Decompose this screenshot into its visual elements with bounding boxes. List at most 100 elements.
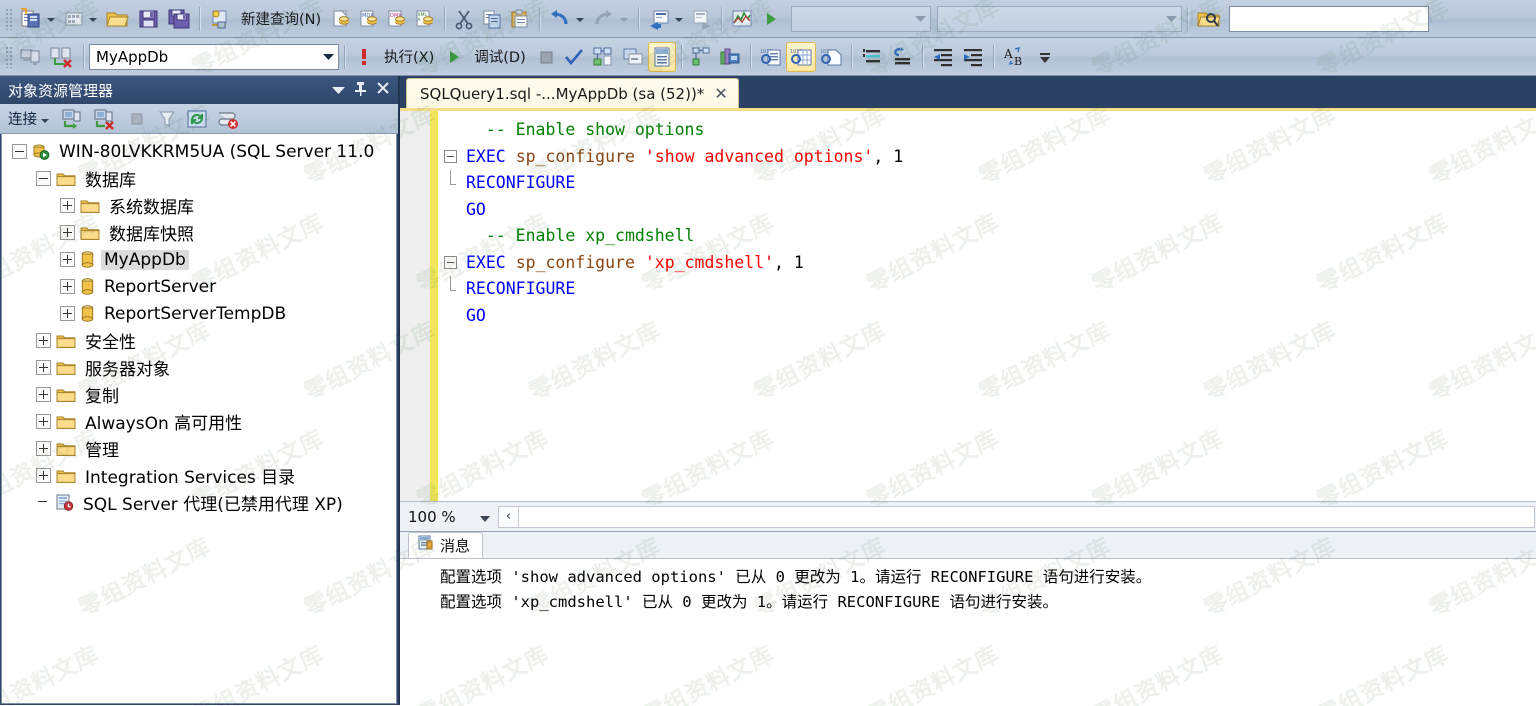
fold-toggle-icon[interactable] xyxy=(444,256,457,269)
new-dmx-query-button[interactable]: DMX xyxy=(383,4,411,34)
expand-icon[interactable] xyxy=(36,441,51,456)
code-line[interactable]: RECONFIGURE xyxy=(440,170,1536,197)
new-project-caret[interactable] xyxy=(47,18,55,22)
pin-icon[interactable] xyxy=(354,81,367,100)
tree-node[interactable]: AlwaysOn 高可用性 xyxy=(2,408,396,435)
tree-node[interactable]: 安全性 xyxy=(2,327,396,354)
execute-button[interactable] xyxy=(350,42,378,72)
execute-label[interactable]: 执行(X) xyxy=(378,42,440,72)
parse-button[interactable] xyxy=(560,42,588,72)
run-button[interactable] xyxy=(757,4,785,34)
redo-caret[interactable] xyxy=(620,18,628,22)
increase-indent-button[interactable] xyxy=(958,42,988,72)
tree-node[interactable]: 数据库 xyxy=(2,165,396,192)
code-line[interactable]: EXEC sp_configure 'xp_cmdshell', 1 xyxy=(440,250,1536,277)
open-file-button[interactable] xyxy=(102,4,134,34)
cut-button[interactable] xyxy=(450,4,478,34)
stop-button[interactable] xyxy=(532,42,560,72)
activity-monitor-button[interactable] xyxy=(727,4,757,34)
code-line[interactable]: GO xyxy=(440,197,1536,224)
copy-button[interactable] xyxy=(478,4,506,34)
results-to-file-button[interactable]: 1010 xyxy=(816,42,846,72)
tab-messages[interactable]: 消息 xyxy=(408,532,483,558)
scroll-left-button[interactable]: ‹ xyxy=(499,507,519,527)
expand-icon[interactable] xyxy=(36,387,51,402)
expand-icon[interactable] xyxy=(36,333,51,348)
oe-stop-button[interactable] xyxy=(123,104,151,134)
results-to-text-alt-button[interactable]: 1010 xyxy=(756,42,786,72)
navigate-backward-caret[interactable] xyxy=(675,18,683,22)
tab-sqlquery1[interactable]: SQLQuery1.sql -...MyAppDb (sa (52))* ✕ xyxy=(406,78,739,108)
horizontal-scrollbar[interactable]: ‹ xyxy=(498,506,1535,528)
expand-icon[interactable] xyxy=(60,198,75,213)
new-xmla-query-button[interactable]: XML A xyxy=(411,4,439,34)
paste-button[interactable] xyxy=(506,4,534,34)
expand-icon[interactable] xyxy=(36,360,51,375)
oe-refresh-button[interactable] xyxy=(183,104,211,134)
oe-connect-button[interactable] xyxy=(57,104,87,134)
results-to-grid-button[interactable]: 1010 xyxy=(786,42,816,72)
tree-node[interactable]: 服务器对象 xyxy=(2,354,396,381)
tree-node[interactable]: WIN-80LVKKRM5UA (SQL Server 11.0 xyxy=(2,138,396,165)
close-icon[interactable] xyxy=(376,81,390,99)
toolbar-grip[interactable] xyxy=(5,46,13,68)
chevron-down-icon[interactable] xyxy=(480,508,498,526)
code-line[interactable]: RECONFIGURE xyxy=(440,276,1536,303)
collapse-icon[interactable] xyxy=(36,171,51,186)
redo-button[interactable] xyxy=(589,4,633,34)
include-client-statistics-button[interactable] xyxy=(715,42,745,72)
toolbar-combo-right[interactable] xyxy=(937,6,1182,32)
debug-label[interactable]: 调试(D) xyxy=(468,42,531,72)
tree-node[interactable]: 系统数据库 xyxy=(2,192,396,219)
new-db-engine-query-button[interactable] xyxy=(327,4,355,34)
fold-toggle-icon[interactable] xyxy=(444,150,457,163)
tree-node[interactable]: ReportServerTempDB xyxy=(2,300,396,327)
chevron-down-icon[interactable] xyxy=(1163,15,1179,22)
code-line[interactable]: EXEC sp_configure 'show advanced options… xyxy=(440,144,1536,171)
navigate-backward-button[interactable] xyxy=(644,4,688,34)
sql-code[interactable]: -- Enable show optionsEXEC sp_configure … xyxy=(438,111,1536,501)
tree-node[interactable]: MyAppDb xyxy=(2,246,396,273)
undo-button[interactable] xyxy=(545,4,589,34)
oe-filter-button[interactable] xyxy=(153,104,181,134)
expand-icon[interactable] xyxy=(60,306,75,321)
tree-node[interactable]: ReportServer xyxy=(2,273,396,300)
new-query-label[interactable]: 新建查询(N) xyxy=(235,4,327,34)
new-item-caret[interactable] xyxy=(89,18,97,22)
tree-node[interactable]: SQL Server 代理(已禁用代理 XP) xyxy=(2,489,396,516)
save-all-button[interactable] xyxy=(164,4,194,34)
oe-disconnect-button[interactable] xyxy=(89,104,121,134)
new-query-button[interactable] xyxy=(205,4,235,34)
chevron-down-icon[interactable] xyxy=(912,15,928,22)
toolbar-grip[interactable] xyxy=(5,8,13,30)
chevron-down-icon[interactable] xyxy=(41,119,49,123)
sql-editor[interactable]: -- Enable show optionsEXEC sp_configure … xyxy=(400,111,1536,501)
debug-button[interactable] xyxy=(440,42,468,72)
query-options-button[interactable] xyxy=(618,42,648,72)
tree-node[interactable]: 管理 xyxy=(2,435,396,462)
code-line[interactable]: -- Enable xp_cmdshell xyxy=(440,223,1536,250)
chevron-down-icon[interactable] xyxy=(320,53,336,60)
close-icon[interactable]: ✕ xyxy=(714,86,727,102)
new-project-button[interactable] xyxy=(16,4,60,34)
database-combo[interactable]: MyAppDb xyxy=(89,44,339,70)
object-explorer-tree[interactable]: WIN-80LVKKRM5UA (SQL Server 11.0数据库系统数据库… xyxy=(1,134,397,704)
include-actual-plan-button[interactable] xyxy=(687,42,715,72)
connect-button[interactable] xyxy=(16,42,46,72)
oe-stop-refresh-button[interactable] xyxy=(213,104,243,134)
toolbar-overflow-button[interactable] xyxy=(1031,42,1059,72)
expand-icon[interactable] xyxy=(60,225,75,240)
comment-lines-button[interactable] xyxy=(857,42,887,72)
uncomment-lines-button[interactable] xyxy=(887,42,917,72)
collapse-icon[interactable] xyxy=(12,144,27,159)
save-button[interactable] xyxy=(134,4,164,34)
tree-node[interactable]: Integration Services 目录 xyxy=(2,462,396,489)
zoom-select[interactable]: 100 % xyxy=(406,505,498,529)
toolbar-combo-left[interactable] xyxy=(791,6,931,32)
specify-values-button[interactable]: A B xyxy=(999,42,1031,72)
code-line[interactable]: GO xyxy=(440,303,1536,330)
expand-icon[interactable] xyxy=(60,252,75,267)
expand-icon[interactable] xyxy=(36,414,51,429)
new-mdx-query-button[interactable]: MDX xyxy=(355,4,383,34)
expand-icon[interactable] xyxy=(60,279,75,294)
